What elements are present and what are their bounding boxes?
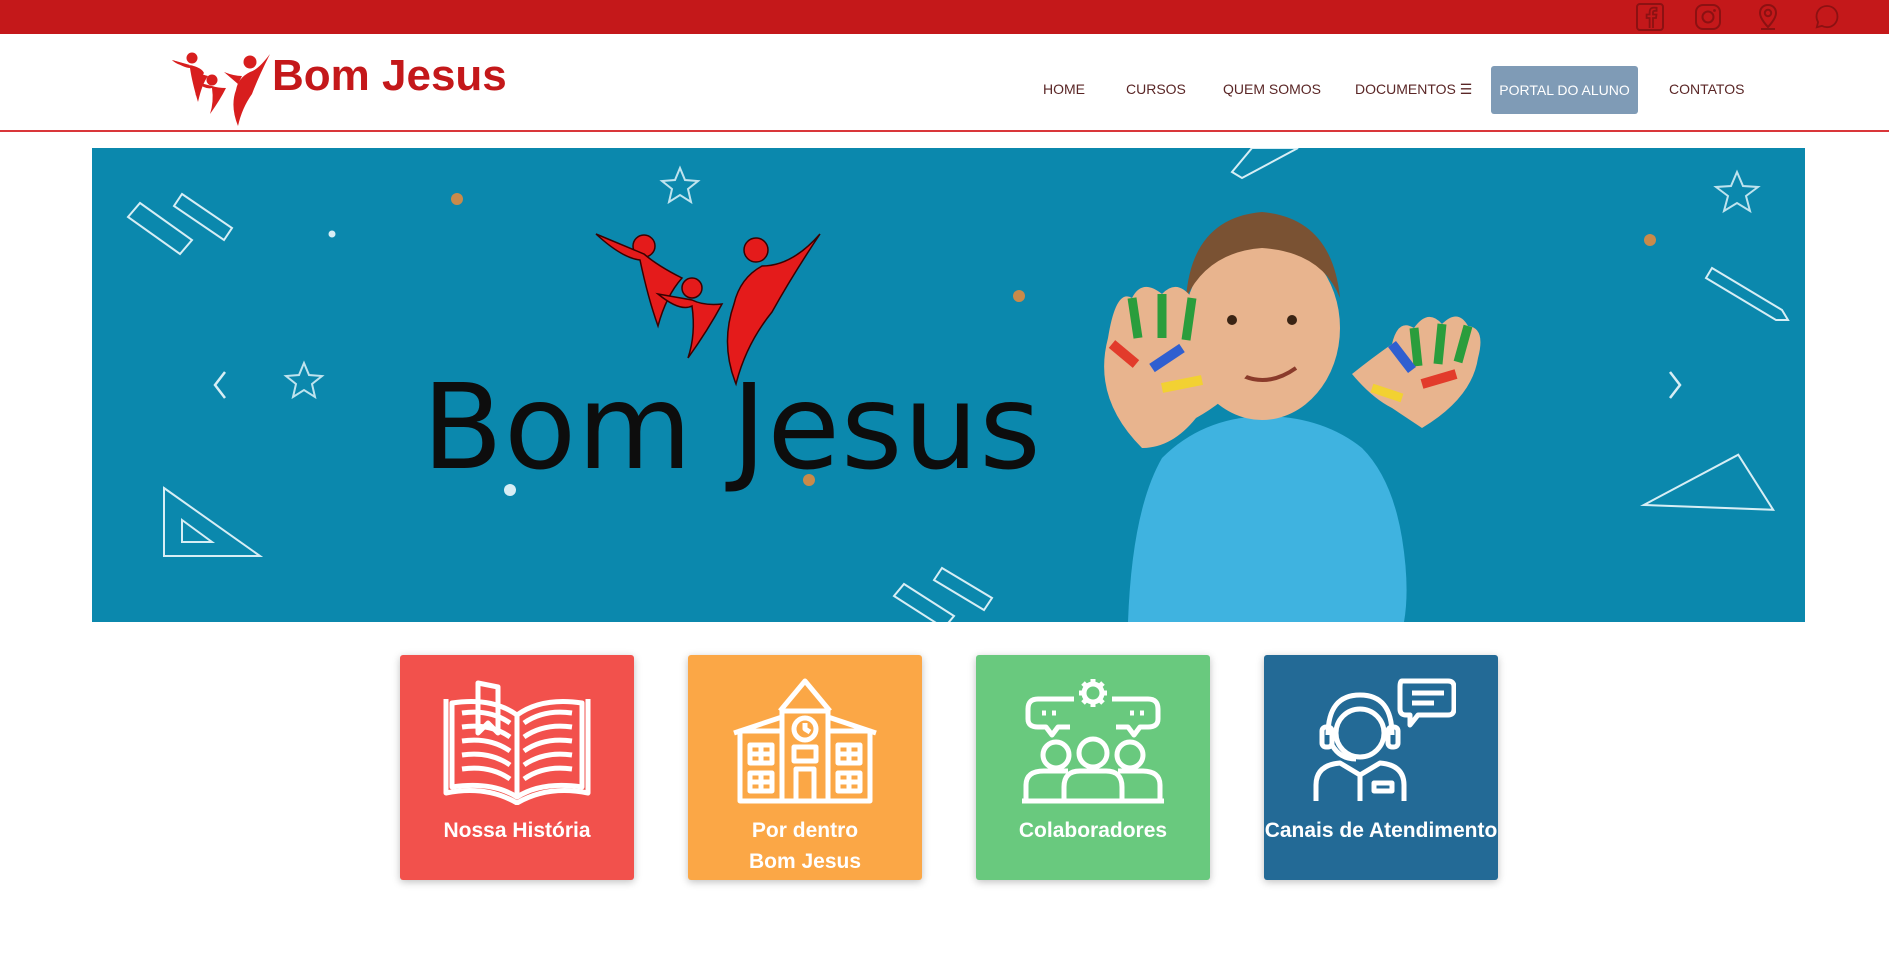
whatsapp-icon[interactable] xyxy=(1811,2,1843,32)
card-canais-atendimento[interactable]: Canais de Atendimento xyxy=(1264,655,1498,880)
nav-home[interactable]: HOME xyxy=(1043,81,1085,97)
nav-documentos[interactable]: DOCUMENTOS ☰ xyxy=(1355,81,1472,98)
card-nossa-historia[interactable]: Nossa História xyxy=(400,655,634,880)
logo-people-icon xyxy=(172,52,270,126)
chevron-left-icon xyxy=(213,371,226,399)
portal-do-aluno-button[interactable]: PORTAL DO ALUNO xyxy=(1491,66,1638,114)
card-label: Nossa História xyxy=(443,819,591,842)
card-label-line1: Por dentro xyxy=(751,819,859,842)
hero-banner: Bom Jesus xyxy=(92,148,1805,622)
school-building-icon xyxy=(733,678,877,804)
carousel-next-button[interactable] xyxy=(1655,360,1695,410)
card-label: Canais de Atendimento xyxy=(1264,819,1498,842)
instagram-icon[interactable] xyxy=(1692,2,1724,32)
carousel-prev-button[interactable] xyxy=(200,360,240,410)
facebook-icon[interactable] xyxy=(1634,2,1666,32)
card-label: Colaboradores xyxy=(1018,819,1168,842)
open-book-icon xyxy=(443,680,591,805)
card-por-dentro[interactable]: Por dentro Bom Jesus xyxy=(688,655,922,880)
card-label-line2: Bom Jesus xyxy=(748,850,862,873)
card-colaboradores[interactable]: Colaboradores xyxy=(976,655,1210,880)
nav-quem-somos[interactable]: QUEM SOMOS xyxy=(1223,81,1321,97)
team-icon xyxy=(1022,679,1164,804)
site-header: Bom Jesus HOME CURSOS QUEM SOMOS DOCUMEN… xyxy=(0,34,1889,132)
support-agent-icon xyxy=(1313,678,1456,801)
site-logo[interactable]: Bom Jesus xyxy=(168,48,507,130)
nav-contatos[interactable]: CONTATOS xyxy=(1669,81,1744,97)
banner-title: Bom Jesus xyxy=(422,358,1042,496)
top-bar xyxy=(0,0,1889,34)
feature-cards: Nossa História Por dentro Bom Jesus Cola… xyxy=(0,655,1889,881)
nav-cursos[interactable]: CURSOS xyxy=(1126,81,1186,97)
map-pin-icon[interactable] xyxy=(1752,2,1784,32)
logo-text: Bom Jesus xyxy=(272,51,507,100)
chevron-right-icon xyxy=(1669,371,1682,399)
